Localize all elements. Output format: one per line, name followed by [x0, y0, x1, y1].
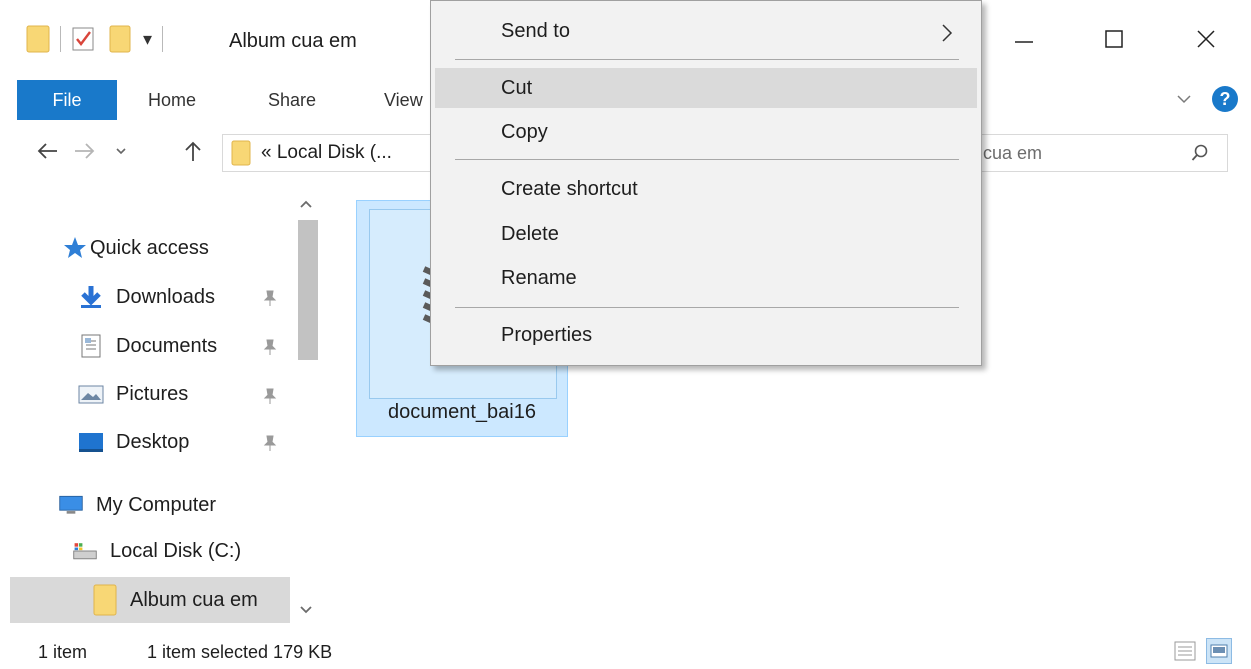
menu-item-label: Cut: [501, 76, 533, 99]
address-bar[interactable]: « Local Disk (...: [222, 134, 440, 172]
expand-ribbon-chevron-icon[interactable]: [1174, 88, 1194, 108]
nav-item-desktop[interactable]: Desktop: [78, 422, 189, 462]
menu-item-cut[interactable]: Cut: [435, 68, 977, 108]
nav-item-downloads[interactable]: Downloads: [78, 277, 215, 317]
file-name: document_bai16: [388, 401, 536, 423]
nav-item-pictures[interactable]: Pictures: [78, 374, 188, 414]
back-arrow-icon: [37, 143, 57, 159]
nav-label: Downloads: [116, 285, 215, 308]
nav-label: Album cua em: [130, 588, 258, 611]
menu-item-label: Copy: [501, 120, 548, 143]
nav-label: My Computer: [96, 493, 217, 516]
up-button[interactable]: [178, 136, 208, 166]
maximize-button[interactable]: [1084, 14, 1144, 64]
pictures-icon: [78, 381, 104, 407]
customize-toolbar-dropdown-icon[interactable]: ▾: [143, 30, 152, 48]
close-icon: [1197, 30, 1215, 48]
properties-check-icon[interactable]: [71, 25, 97, 53]
desktop-icon: [78, 429, 104, 455]
pin-icon[interactable]: [262, 387, 278, 405]
menu-item-send-to[interactable]: Send to: [435, 11, 977, 51]
nav-current-folder[interactable]: Album cua em: [92, 580, 258, 620]
menu-item-delete[interactable]: Delete: [435, 214, 977, 254]
scrollbar-thumb[interactable]: [298, 220, 318, 360]
nav-label: Desktop: [116, 430, 190, 453]
menu-item-rename[interactable]: Rename: [435, 258, 977, 298]
forward-arrow-icon: [75, 143, 95, 159]
scroll-up-icon[interactable]: [298, 196, 314, 212]
computer-icon: [58, 492, 84, 518]
details-view-icon[interactable]: [1174, 640, 1196, 662]
menu-item-create-shortcut[interactable]: Create shortcut: [435, 169, 977, 209]
documents-icon: [78, 333, 104, 359]
address-path: « Local Disk (...: [261, 142, 392, 163]
status-bar: 1 item 1 item selected 179 KB: [0, 636, 1251, 669]
folder-icon: [92, 584, 118, 616]
up-arrow-icon: [185, 141, 201, 161]
new-folder-icon[interactable]: [109, 24, 131, 54]
download-arrow-icon: [78, 284, 104, 310]
scroll-down-icon[interactable]: [298, 602, 314, 618]
star-icon: [62, 235, 88, 261]
menu-item-label: Send to: [501, 19, 570, 42]
context-menu: Send to Cut Copy Create shortcut Delete …: [430, 0, 982, 366]
nav-label: Documents: [116, 334, 218, 357]
large-icons-view-button[interactable]: [1206, 638, 1232, 664]
menu-item-label: Rename: [501, 266, 577, 289]
toolbar-separator: [162, 26, 164, 52]
minimize-icon: [1015, 41, 1033, 43]
nav-label: Local Disk (C:): [110, 539, 242, 562]
help-icon[interactable]: ?: [1212, 86, 1238, 112]
menu-separator: [455, 59, 959, 60]
search-placeholder: cua em: [983, 142, 1043, 163]
menu-item-label: Properties: [501, 323, 593, 346]
pin-icon[interactable]: [262, 434, 278, 452]
folder-icon[interactable]: [26, 24, 50, 54]
menu-item-copy[interactable]: Copy: [435, 112, 977, 152]
menu-item-label: Create shortcut: [501, 177, 638, 200]
nav-label: Quick access: [90, 236, 209, 259]
close-button[interactable]: [1176, 14, 1236, 64]
forward-button[interactable]: [70, 136, 100, 166]
search-icon: [1191, 144, 1208, 161]
chevron-right-icon: [942, 24, 953, 42]
search-input[interactable]: cua em: [960, 134, 1228, 172]
tab-share[interactable]: Share: [268, 80, 316, 120]
minimize-button[interactable]: [994, 14, 1054, 64]
tab-file[interactable]: File: [17, 80, 117, 120]
large-icons-view-icon: [1210, 644, 1228, 658]
maximize-icon: [1105, 30, 1123, 48]
status-selection: 1 item selected 179 KB: [147, 642, 333, 662]
back-button[interactable]: [32, 136, 62, 166]
nav-my-computer[interactable]: My Computer: [58, 485, 216, 525]
pin-icon[interactable]: [262, 289, 278, 307]
menu-item-properties[interactable]: Properties: [435, 315, 977, 355]
nav-quick-access[interactable]: Quick access: [62, 228, 209, 268]
chevron-down-icon: [116, 148, 126, 155]
folder-icon: [231, 140, 251, 166]
toolbar-separator: [60, 26, 61, 52]
nav-item-documents[interactable]: Documents: [78, 326, 217, 366]
nav-label: Pictures: [116, 382, 189, 405]
nav-local-disk[interactable]: Local Disk (C:): [72, 531, 241, 571]
status-item-count: 1 item: [38, 642, 88, 662]
tab-home[interactable]: Home: [148, 80, 196, 120]
menu-item-label: Delete: [501, 222, 559, 245]
menu-separator: [455, 159, 959, 160]
tab-view[interactable]: View: [384, 80, 423, 120]
navigation-pane: Quick access Downloads Documents Picture…: [0, 190, 320, 625]
pin-icon[interactable]: [262, 338, 278, 356]
window-title: Album cua em: [229, 30, 357, 52]
drive-icon: [72, 538, 98, 564]
recent-locations-button[interactable]: [110, 136, 132, 166]
quick-access-toolbar: ▾: [26, 24, 173, 54]
menu-separator: [455, 307, 959, 308]
